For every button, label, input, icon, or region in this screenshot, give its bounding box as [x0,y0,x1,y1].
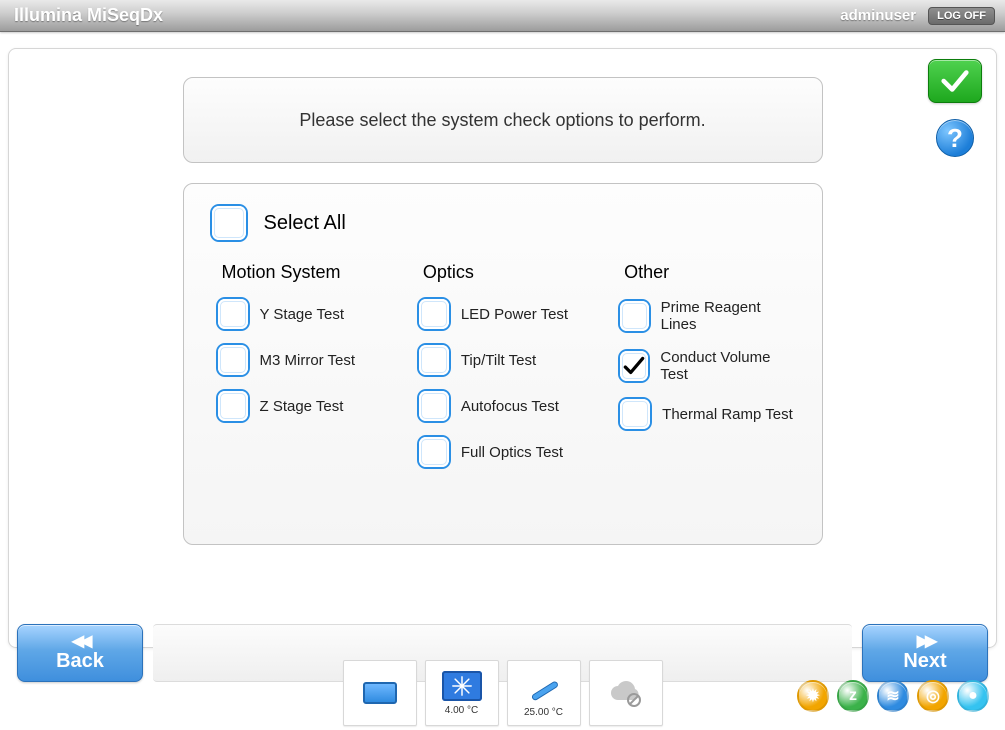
tray-flowcell-tile[interactable] [343,660,417,726]
option-label: M3 Mirror Test [260,352,356,369]
cloud-disabled-icon [606,678,646,708]
check-row: M3 Mirror Test [218,345,391,375]
check-row: Full Optics Test [419,437,592,467]
column-header: Motion System [218,262,391,283]
options-column: Optics LED Power Test Tip/Tilt Test Autofoc… [419,262,592,483]
current-user: adminuser [840,7,916,24]
option-label: Full Optics Test [461,444,563,461]
reagent-strip-icon [525,669,563,703]
option-checkbox[interactable] [419,391,449,421]
select-all-checkbox[interactable] [212,206,246,240]
option-label: Conduct Volume Test [660,349,793,383]
check-row: Z Stage Test [218,391,391,421]
option-label: Thermal Ramp Test [662,406,793,423]
options-panel: Select All Motion System Y Stage Test M3 M… [183,183,823,545]
app-title: Illumina MiSeqDx [14,5,163,26]
option-checkbox[interactable] [419,299,449,329]
option-checkbox[interactable] [218,299,248,329]
option-label: Y Stage Test [260,306,345,323]
check-row: Prime Reagent Lines [620,299,793,333]
option-checkbox[interactable] [218,345,248,375]
status-optics-icon[interactable]: ≋ [877,680,909,712]
select-all-label: Select All [264,212,346,235]
status-ok-badge [928,59,982,103]
app-root: Illumina MiSeqDx adminuser LOG OFF ? Ple… [0,0,1005,730]
option-label: Z Stage Test [260,398,344,415]
question-icon: ? [947,123,963,154]
check-row: Tip/Tilt Test [419,345,592,375]
status-camera-icon[interactable]: ◎ [917,680,949,712]
instruction-text: Please select the system check options t… [299,110,705,131]
log-off-button[interactable]: LOG OFF [928,7,995,25]
side-actions: ? [928,59,982,157]
select-all-row: Select All [212,206,794,240]
instruction-banner: Please select the system check options t… [183,77,823,163]
option-checkbox[interactable] [620,301,648,331]
tray-right: ✹z≋◎● [797,680,989,712]
check-row: Conduct Volume Test [620,349,793,383]
chiller-temp: 4.00 °C [445,705,478,716]
column-header: Optics [419,262,592,283]
tray-center: 4.00 °C 25.00 °C [343,660,663,726]
option-checkbox[interactable] [620,399,650,429]
option-label: Prime Reagent Lines [661,299,794,333]
option-checkbox[interactable] [218,391,248,421]
check-row: LED Power Test [419,299,592,329]
options-column: Other Prime Reagent Lines Conduct Volume T… [620,262,793,483]
check-row: Y Stage Test [218,299,391,329]
snowflake-icon [442,671,482,701]
option-label: Tip/Tilt Test [461,352,536,369]
status-fluidics-icon[interactable]: ● [957,680,989,712]
option-label: Autofocus Test [461,398,559,415]
tray-flowcell-temp-tile[interactable]: 25.00 °C [507,660,581,726]
main-card: ? Please select the system check options… [8,48,997,648]
option-checkbox[interactable] [620,351,648,381]
tray-cloud-tile[interactable] [589,660,663,726]
title-bar: Illumina MiSeqDx adminuser LOG OFF [0,0,1005,32]
check-row: Thermal Ramp Test [620,399,793,429]
tray-chiller-tile[interactable]: 4.00 °C [425,660,499,726]
options-column: Motion System Y Stage Test M3 Mirror Test Z… [218,262,391,483]
status-zstage-icon[interactable]: z [837,680,869,712]
checkmark-icon [938,64,972,98]
check-row: Autofocus Test [419,391,592,421]
status-motion-icon[interactable]: ✹ [797,680,829,712]
option-checkbox[interactable] [419,345,449,375]
help-button[interactable]: ? [936,119,974,157]
flowcell-temp: 25.00 °C [524,707,563,718]
chevron-right-icon: ▶▶ [917,634,934,650]
option-label: LED Power Test [461,306,568,323]
option-columns: Motion System Y Stage Test M3 Mirror Test Z… [212,262,794,483]
column-header: Other [620,262,793,283]
status-tray: 4.00 °C 25.00 °C ✹z≋◎● [0,656,1005,730]
chevron-left-icon: ◀◀ [72,634,89,650]
option-checkbox[interactable] [419,437,449,467]
flowcell-icon [363,682,397,704]
